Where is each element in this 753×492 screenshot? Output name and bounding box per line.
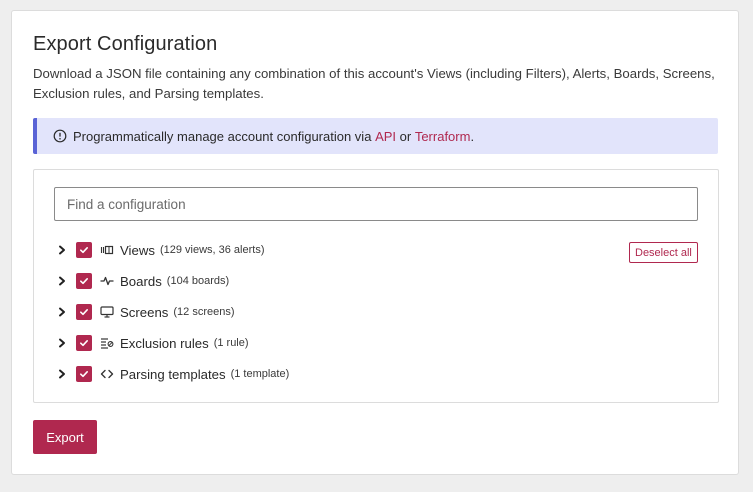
- checkbox-exclusion-rules[interactable]: [76, 335, 92, 351]
- info-banner: Programmatically manage account configur…: [33, 118, 718, 154]
- item-label: Parsing templates: [120, 366, 226, 382]
- item-count: (12 screens): [173, 306, 235, 318]
- chevron-right-icon[interactable]: [54, 366, 70, 382]
- exclusion-icon: [100, 336, 114, 350]
- list-item-parsing-templates: Parsing templates (1 template): [54, 363, 289, 385]
- list-item-boards: Boards (104 boards): [54, 270, 229, 292]
- item-label: Views: [120, 242, 155, 258]
- chevron-right-icon[interactable]: [54, 242, 70, 258]
- item-count: (104 boards): [166, 275, 230, 287]
- list-item-views: Views (129 views, 36 alerts): [54, 239, 265, 261]
- item-label: Boards: [120, 273, 162, 289]
- banner-text-before: Programmatically manage account configur…: [73, 128, 372, 144]
- configuration-panel: Views (129 views, 36 alerts) Boards (104…: [33, 169, 719, 403]
- deselect-all-button[interactable]: Deselect all: [629, 242, 698, 263]
- page-title: Export Configuration: [33, 33, 218, 55]
- code-icon: [100, 367, 114, 381]
- pulse-icon: [100, 274, 114, 288]
- chevron-right-icon[interactable]: [54, 304, 70, 320]
- search-input[interactable]: [54, 187, 698, 221]
- item-count: (129 views, 36 alerts): [159, 244, 265, 256]
- page-description: Download a JSON file containing any comb…: [33, 66, 715, 101]
- export-button[interactable]: Export: [33, 420, 97, 454]
- views-icon: [100, 243, 114, 257]
- checkbox-screens[interactable]: [76, 304, 92, 320]
- chevron-right-icon[interactable]: [54, 273, 70, 289]
- checkbox-boards[interactable]: [76, 273, 92, 289]
- banner-text-after: .: [470, 128, 475, 144]
- checkbox-views[interactable]: [76, 242, 92, 258]
- info-circle-icon: [53, 129, 67, 143]
- item-count: (1 template): [230, 368, 290, 380]
- terraform-link[interactable]: Terraform: [415, 129, 471, 144]
- chevron-right-icon[interactable]: [54, 335, 70, 351]
- list-item-exclusion-rules: Exclusion rules (1 rule): [54, 332, 249, 354]
- api-link[interactable]: API: [375, 129, 396, 144]
- item-label: Exclusion rules: [120, 335, 209, 351]
- list-item-screens: Screens (12 screens): [54, 301, 235, 323]
- item-count: (1 rule): [213, 337, 249, 349]
- checkbox-parsing-templates[interactable]: [76, 366, 92, 382]
- export-configuration-card: Export Configuration Download a JSON fil…: [11, 10, 739, 475]
- banner-text-mid: or: [396, 128, 415, 144]
- item-label: Screens: [120, 304, 169, 320]
- monitor-icon: [100, 305, 114, 319]
